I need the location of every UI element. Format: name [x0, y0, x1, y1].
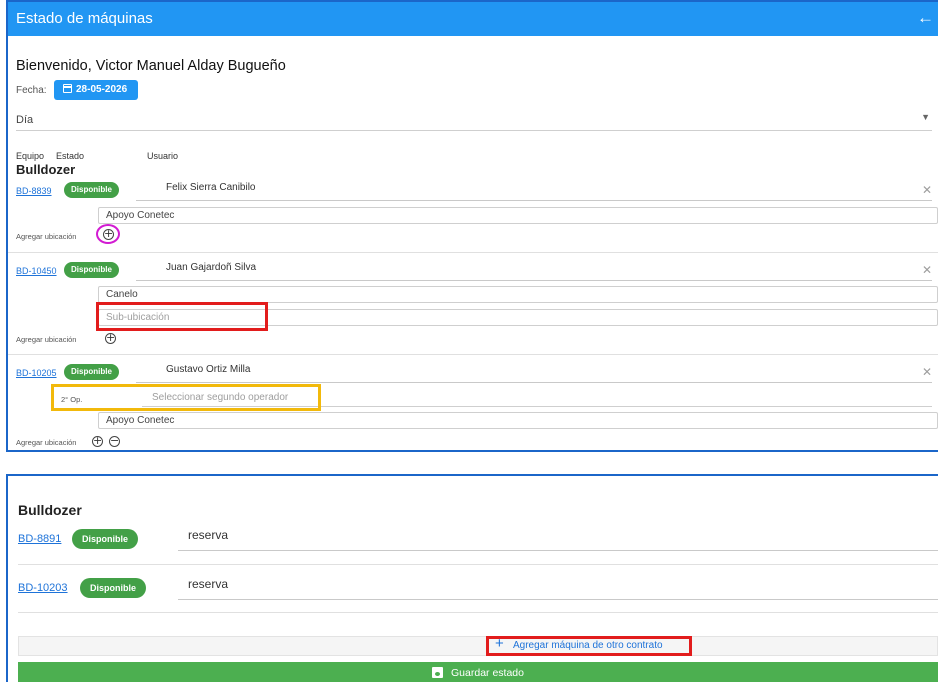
date-value: 28-05-2026 [76, 84, 128, 95]
location-field[interactable]: Canelo [98, 286, 938, 303]
operator-name[interactable]: Gustavo Ortiz Milla [166, 364, 250, 375]
date-picker-button[interactable]: 28-05-2026 [54, 80, 138, 100]
row-separator [18, 564, 938, 565]
add-machine-other-contract-button[interactable]: + Agregar máquina de otro contrato [486, 636, 692, 656]
welcome-text: Bienvenido, Victor Manuel Alday Bugueño [16, 58, 286, 74]
clear-operator-icon[interactable]: ✕ [922, 365, 932, 379]
status-badge: Disponible [64, 262, 119, 278]
app-bar: Estado de máquinas ← [8, 2, 938, 36]
machine-code-link[interactable]: BD-8891 [18, 533, 61, 545]
operator-name[interactable]: reserva [188, 577, 228, 591]
operator-underline [178, 550, 938, 551]
clear-operator-icon[interactable]: ✕ [922, 263, 932, 277]
location-field[interactable]: Apoyo Conetec [98, 412, 938, 429]
machine-code-link[interactable]: BD-10205 [16, 368, 57, 378]
machine-code-link[interactable]: BD-10450 [16, 266, 57, 276]
clear-operator-icon[interactable]: ✕ [922, 183, 932, 197]
app-title: Estado de máquinas [16, 10, 153, 27]
operator-name[interactable]: reserva [188, 528, 228, 542]
status-badge: Disponible [64, 182, 119, 198]
shift-select-value[interactable]: Día [16, 114, 33, 126]
add-machine-label: Agregar máquina de otro contrato [513, 640, 663, 651]
column-header-estado: Estado [56, 151, 85, 161]
column-header-usuario: Usuario [147, 151, 179, 161]
save-status-button[interactable]: Guardar estado [18, 662, 938, 682]
operator-name[interactable]: Juan Gajardoñ Silva [166, 262, 256, 273]
add-location-label: Agregar ubicación [16, 335, 77, 344]
add-machine-row [18, 636, 938, 656]
row-separator [18, 612, 938, 613]
save-icon [432, 667, 444, 678]
add-location-icon[interactable]: + [103, 228, 114, 240]
machine-code-link[interactable]: BD-8839 [16, 186, 52, 196]
save-status-label: Guardar estado [451, 667, 524, 679]
operator-underline [178, 599, 938, 600]
group-title: Bulldozer [18, 502, 82, 518]
row-separator [8, 252, 938, 253]
calendar-icon [62, 84, 72, 93]
row-separator [8, 354, 938, 355]
shift-select-underline [16, 130, 932, 131]
add-location-icon[interactable]: + [105, 332, 116, 344]
machine-status-panel: Estado de máquinas ← Bienvenido, Victor … [6, 0, 938, 452]
highlight-box [51, 384, 321, 411]
back-arrow-icon[interactable]: ← [917, 8, 934, 28]
operator-underline [136, 200, 932, 201]
remove-location-icon[interactable]: − [109, 435, 120, 447]
status-badge: Disponible [80, 578, 147, 598]
add-location-label: Agregar ubicación [16, 438, 77, 447]
highlight-box [96, 302, 268, 331]
machine-code-link[interactable]: BD-10203 [18, 582, 68, 594]
machine-list-panel: Bulldozer BD-8891 Disponible reserva BD-… [6, 474, 938, 682]
operator-underline [136, 382, 932, 383]
plus-icon: + [495, 635, 504, 652]
column-header-equipo: Equipo [16, 151, 45, 161]
status-badge: Disponible [72, 529, 139, 549]
operator-underline [136, 280, 932, 281]
add-location-label: Agregar ubicación [16, 232, 77, 241]
date-label: Fecha: [16, 85, 47, 96]
operator-name[interactable]: Felix Sierra Canibilo [166, 182, 255, 193]
group-title: Bulldozer [16, 162, 76, 177]
status-badge: Disponible [64, 364, 119, 380]
add-location-icon[interactable]: + [92, 435, 103, 447]
location-field[interactable]: Apoyo Conetec [98, 207, 938, 224]
dropdown-arrow-icon[interactable]: ▼ [921, 112, 930, 122]
